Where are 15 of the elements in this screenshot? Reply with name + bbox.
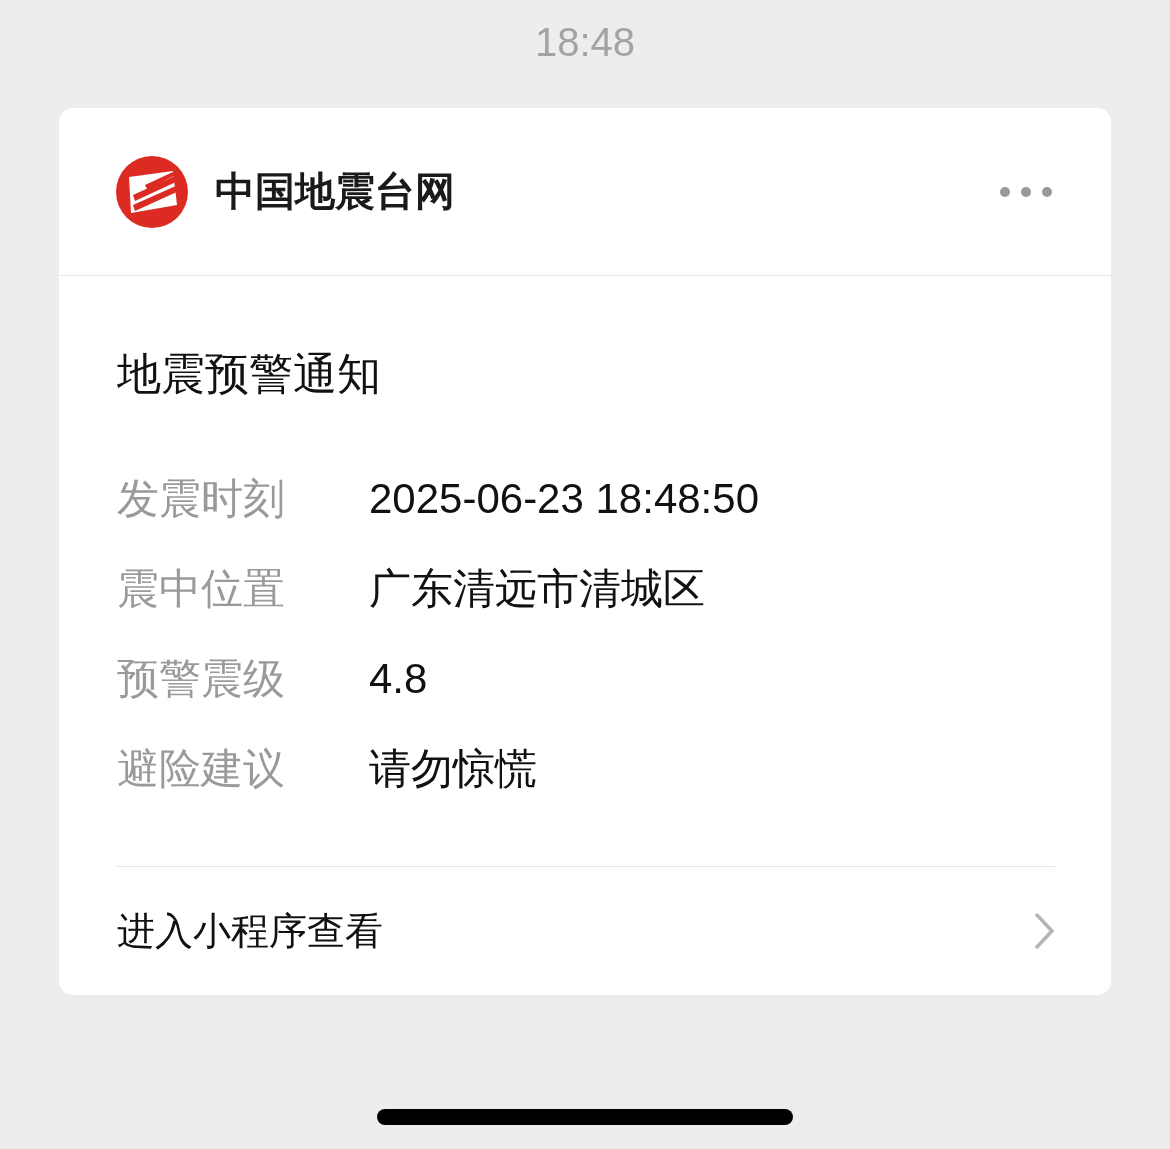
field-value: 4.8 — [369, 655, 428, 703]
field-value: 2025-06-23 18:48:50 — [369, 475, 759, 523]
field-value: 请勿惊慌 — [369, 744, 537, 794]
mini-program-link[interactable]: 进入小程序查看 — [117, 905, 383, 957]
field-value: 广东清远市清城区 — [369, 564, 705, 614]
chevron-right-icon[interactable] — [1033, 911, 1055, 951]
field-label: 预警震级 — [117, 653, 286, 705]
logo-icon — [115, 154, 189, 229]
field-label: 发震时刻 — [117, 473, 286, 525]
more-icon[interactable] — [999, 185, 1053, 198]
notice-title: 地震预警通知 — [117, 347, 382, 401]
field-label: 避险建议 — [117, 743, 286, 795]
account-name: 中国地震台网 — [215, 167, 456, 216]
field-label: 震中位置 — [117, 563, 286, 615]
status-time: 18:48 — [534, 20, 636, 64]
